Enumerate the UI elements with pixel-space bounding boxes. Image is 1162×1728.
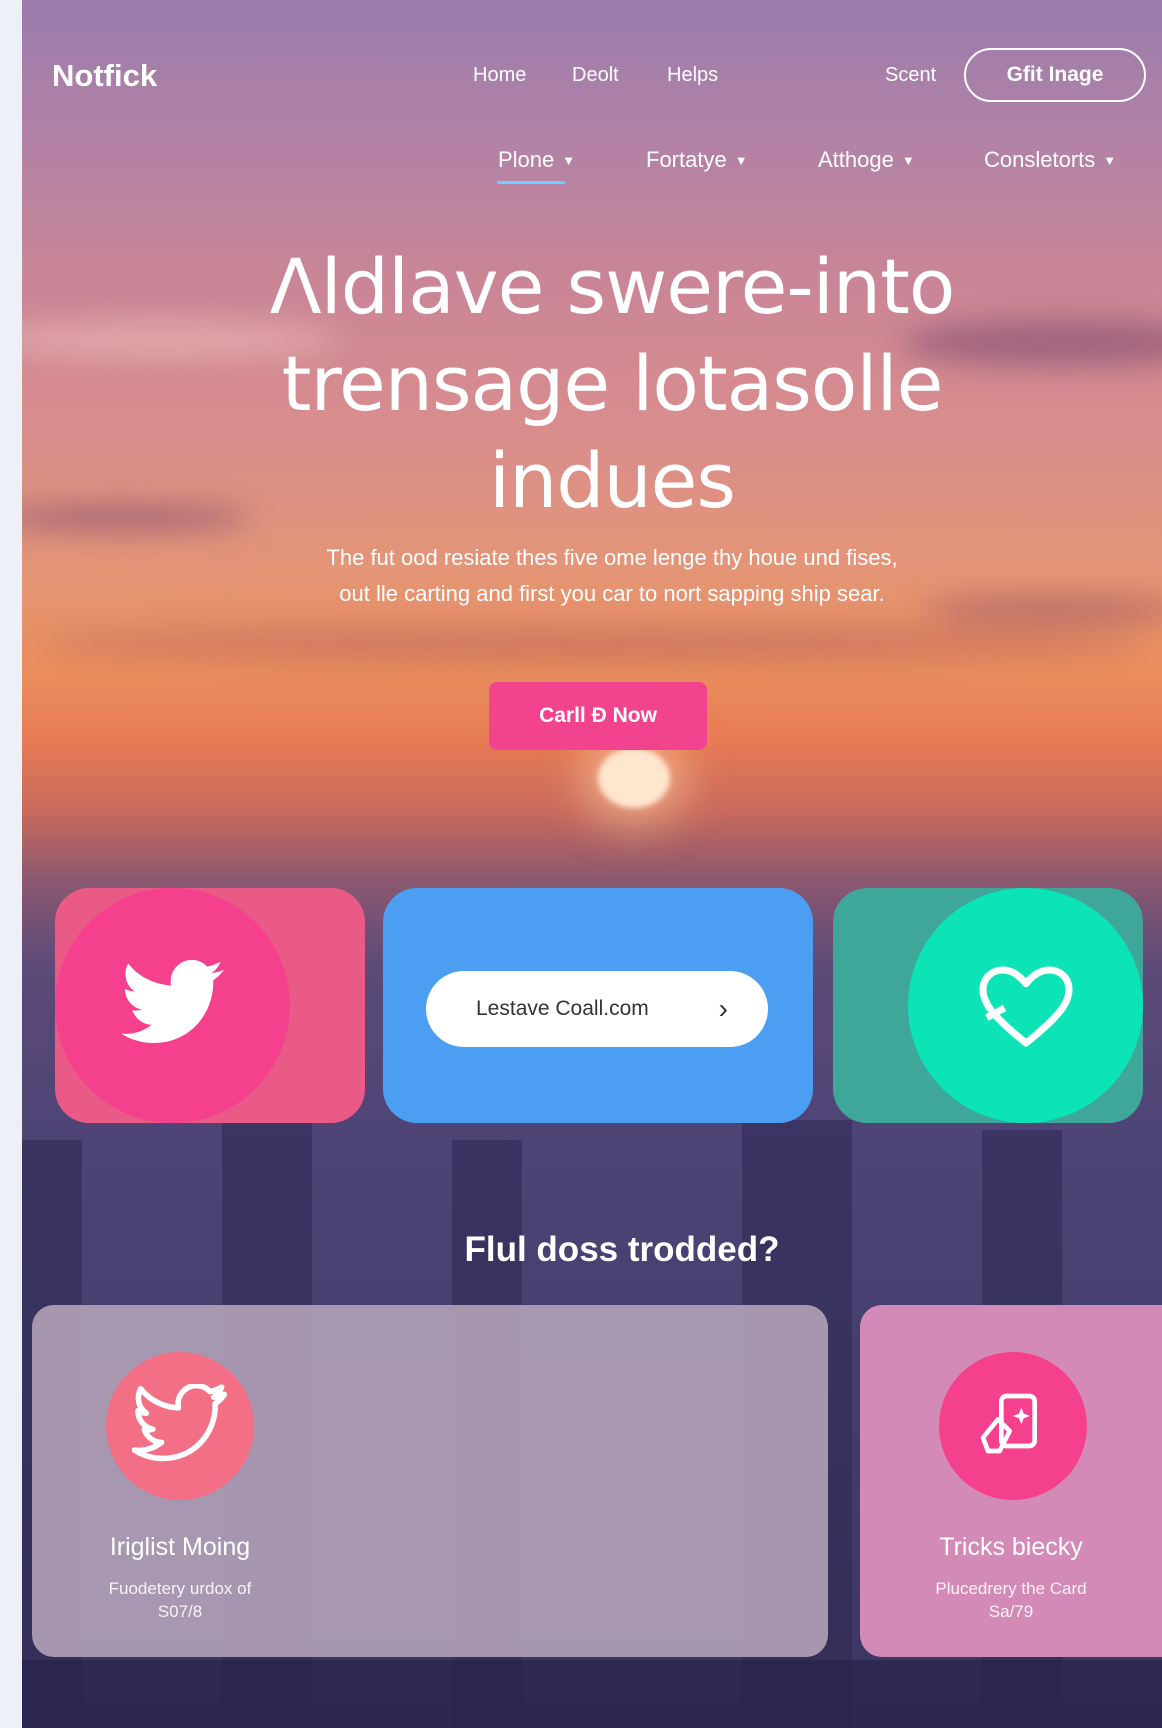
twitter-bird-icon	[120, 959, 224, 1043]
get-image-button[interactable]: Gfit Inage	[964, 48, 1146, 102]
heart-outline-icon	[978, 966, 1073, 1047]
url-card: Lestave Coall.com ›	[383, 888, 813, 1123]
feature-card[interactable]: Tricks biecky Plucedrery the Card Sa/79	[860, 1305, 1162, 1657]
call-now-button[interactable]: Carll Ð Now	[489, 682, 707, 750]
url-text: Lestave Coall.com	[476, 997, 649, 1020]
url-pill-link[interactable]: Lestave Coall.com ›	[426, 971, 768, 1047]
feature-description: Fuodetery urdox of S07/8	[50, 1577, 310, 1623]
subnav-label: Plone	[498, 147, 555, 172]
sun	[598, 748, 670, 808]
feature-card[interactable]: Iriglist Moing Fuodetery urdox of S07/8	[32, 1305, 828, 1657]
feature-description-line: S07/8	[157, 1602, 203, 1621]
nav-link-deolt[interactable]: Deolt	[572, 64, 619, 87]
nav-link-helps[interactable]: Helps	[667, 64, 718, 87]
feature-description: Plucedrery the Card Sa/79	[881, 1577, 1141, 1623]
cloud	[42, 625, 1142, 663]
feature-title: Tricks biecky	[939, 1533, 1083, 1561]
active-tab-indicator	[497, 181, 565, 184]
feature-title: Iriglist Moing	[109, 1533, 251, 1561]
card-sparkle-icon	[980, 1393, 1037, 1454]
subnav-item-consletorts[interactable]: Consletorts ▼	[984, 147, 1116, 173]
subnav-label: Consletorts	[984, 147, 1096, 172]
favorite-card-circle	[908, 888, 1143, 1123]
nav-link-scent[interactable]: Scent	[885, 64, 936, 87]
subnav-label: Fortatye	[646, 147, 727, 172]
hero-subtitle-line: The fut ood resiate thes five ome lenge …	[326, 545, 898, 570]
subnav-item-fortatye[interactable]: Fortatye ▼	[646, 147, 748, 173]
hero-title-line: trensage lotasolle	[281, 339, 944, 428]
favorite-card[interactable]	[833, 888, 1143, 1123]
hero-subtitle-line: out lle carting and first you car to nor…	[339, 581, 885, 606]
twitter-card[interactable]	[55, 888, 365, 1123]
brand-logo[interactable]: Notfick	[52, 58, 157, 94]
feature-description-line: Sa/79	[988, 1602, 1034, 1621]
chevron-down-icon: ▼	[562, 152, 576, 168]
hero-title: Λldlave swere-into trensage lotasolle in…	[142, 238, 1082, 529]
feature-description-line: Plucedrery the Card	[935, 1579, 1087, 1598]
twitter-bird-icon	[132, 1384, 228, 1462]
feature-icon-circle	[106, 1352, 254, 1500]
chevron-right-icon: ›	[718, 993, 728, 1024]
chevron-down-icon: ▼	[901, 152, 915, 168]
subnav-label: Atthoge	[818, 147, 894, 172]
hero-subtitle: The fut ood resiate thes five ome lenge …	[172, 540, 1052, 612]
feature-icon-circle	[939, 1352, 1087, 1500]
nav-link-home[interactable]: Home	[473, 64, 526, 87]
chevron-down-icon: ▼	[734, 152, 748, 168]
subnav-item-plone[interactable]: Plone ▼	[498, 147, 575, 173]
city-building	[22, 1660, 1162, 1728]
hero-title-line: indues	[488, 436, 736, 525]
chevron-down-icon: ▼	[1103, 152, 1117, 168]
feature-description-line: Fuodetery urdox of	[108, 1579, 252, 1598]
subnav-item-atthoge[interactable]: Atthoge ▼	[818, 147, 915, 173]
twitter-card-circle	[55, 888, 290, 1123]
section-heading: Flul doss trodded?	[464, 1230, 780, 1269]
hero-title-line: Λldlave swere-into	[269, 242, 956, 331]
landing-page: Notfick Home Deolt Helps Scent Gfit Inag…	[22, 0, 1162, 1728]
